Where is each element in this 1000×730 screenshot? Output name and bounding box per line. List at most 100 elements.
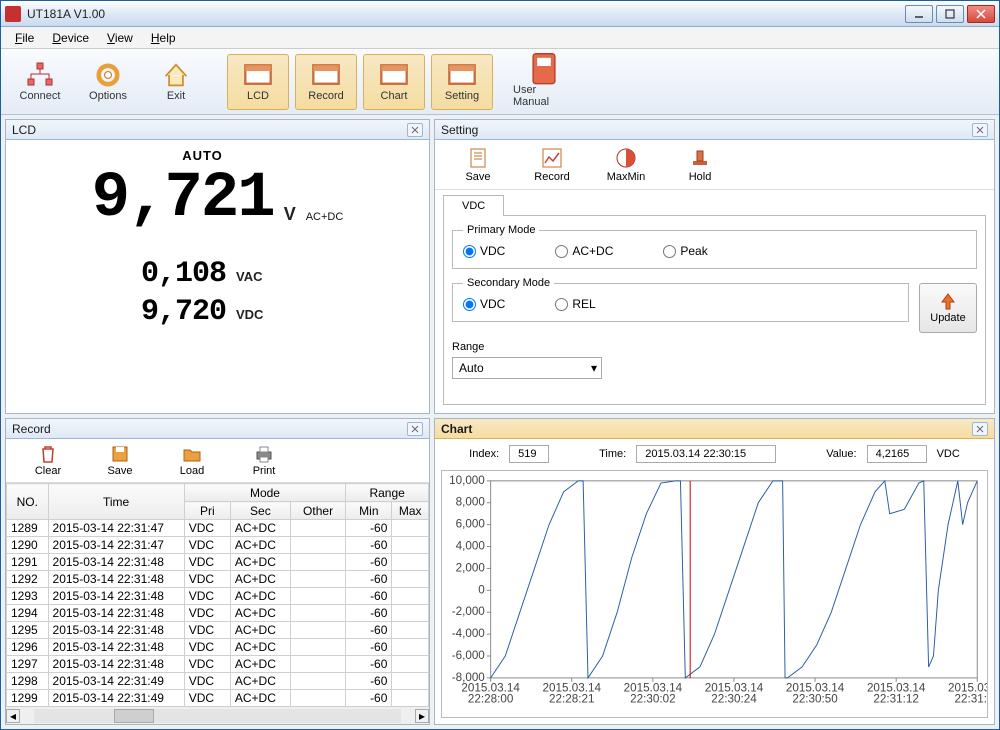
table-row[interactable]: 12902015-03-14 22:31:47VDCAC+DC-60 [7,537,429,554]
col-time[interactable]: Time [48,484,184,520]
options-button[interactable]: Options [77,54,139,110]
range-label: Range [452,341,977,353]
radio-vdc[interactable]: VDC [463,244,505,258]
table-row[interactable]: 12972015-03-14 22:31:48VDCAC+DC-60 [7,656,429,673]
svg-text:-2,000: -2,000 [452,605,486,618]
radio-acdc[interactable]: AC+DC [555,244,613,258]
connect-button[interactable]: Connect [9,54,71,110]
table-row[interactable]: 12892015-03-14 22:31:47VDCAC+DC-60 [7,520,429,537]
page-icon [467,147,489,169]
disk-icon [110,444,130,464]
menu-view[interactable]: View [101,29,139,47]
setting-hold-button[interactable]: Hold [665,147,735,183]
chart-unit: VDC [937,448,960,460]
svg-text:22:28:21: 22:28:21 [549,692,594,705]
book-icon [529,56,559,82]
secondary-mode-group: Secondary Mode VDCREL [452,277,909,322]
chart-plot[interactable]: -8,000-6,000-4,000-2,00002,0004,0006,000… [441,470,988,718]
usermanual-button[interactable]: User Manual [513,54,575,110]
chart-panel-close[interactable] [972,422,988,436]
record-panel-close[interactable] [407,422,423,436]
col-mode[interactable]: Mode [184,484,346,502]
lcd-sub1-value: 0,108 [141,257,226,291]
menubar: File Device View Help [1,27,999,49]
radio-peak[interactable]: Peak [663,244,707,258]
exit-button[interactable]: Exit [145,54,207,110]
lcd-tool-button[interactable]: LCD [227,54,289,110]
col-range[interactable]: Range [346,484,429,502]
table-row[interactable]: 12932015-03-14 22:31:48VDCAC+DC-60 [7,588,429,605]
chart-panel-header: Chart [435,419,994,439]
lcd-main-value: 9,721 [92,163,274,235]
radio-rel[interactable]: REL [555,297,595,311]
lcd-sub1-unit: VAC [236,269,268,284]
record-hscrollbar[interactable]: ◂ ▸ [6,706,429,724]
col-sec[interactable]: Sec [230,502,290,520]
scroll-left-icon[interactable]: ◂ [6,709,20,723]
table-row[interactable]: 12922015-03-14 22:31:48VDCAC+DC-60 [7,571,429,588]
setting-save-button[interactable]: Save [443,147,513,183]
svg-text:-4,000: -4,000 [452,627,486,640]
app-icon [5,6,21,22]
stamp-icon [689,147,711,169]
range-value: Auto [459,361,484,375]
svg-text:22:31:12: 22:31:12 [873,692,918,705]
record-save-button[interactable]: Save [86,444,154,477]
table-row[interactable]: 12912015-03-14 22:31:48VDCAC+DC-60 [7,554,429,571]
chart-icon [541,147,563,169]
record-tool-button[interactable]: Record [295,54,357,110]
window-icon [243,62,273,88]
printer-icon [254,444,274,464]
record-panel-header: Record [6,419,429,439]
table-row[interactable]: 12982015-03-14 22:31:49VDCAC+DC-60 [7,673,429,690]
record-clear-button[interactable]: Clear [14,444,82,477]
record-load-button[interactable]: Load [158,444,226,477]
menu-file[interactable]: File [9,29,40,47]
menu-device[interactable]: Device [46,29,95,47]
chart-time-value: 2015.03.14 22:30:15 [636,445,776,463]
primary-mode-legend: Primary Mode [463,224,539,236]
radio-vdc[interactable]: VDC [463,297,505,311]
content-area: LCD AUTO 9,721 V AC+DC 0,108 VAC 9,720 [1,115,999,729]
svg-text:0: 0 [478,583,485,596]
table-row[interactable]: 12962015-03-14 22:31:48VDCAC+DC-60 [7,639,429,656]
col-min[interactable]: Min [346,502,392,520]
scroll-right-icon[interactable]: ▸ [415,709,429,723]
setting-tab-vdc[interactable]: VDC [443,195,504,216]
setting-tool-button[interactable]: Setting [431,54,493,110]
col-no[interactable]: NO. [7,484,49,520]
record-table[interactable]: NO. Time Mode Range Pri Sec Other Min Ma… [6,483,429,706]
menu-help[interactable]: Help [145,29,182,47]
window-icon [311,62,341,88]
svg-text:22:30:50: 22:30:50 [792,692,838,705]
col-pri[interactable]: Pri [184,502,230,520]
lcd-auto-label: AUTO [182,148,223,163]
record-print-button[interactable]: Print [230,444,298,477]
table-row[interactable]: 12942015-03-14 22:31:48VDCAC+DC-60 [7,605,429,622]
svg-text:22:31:37: 22:31:37 [955,692,987,705]
close-button[interactable] [967,5,995,23]
update-button[interactable]: Update [919,283,977,333]
col-max[interactable]: Max [392,502,429,520]
col-other[interactable]: Other [290,502,345,520]
chart-index-value: 519 [509,445,549,463]
minimize-button[interactable] [905,5,933,23]
setting-panel: Setting Save Record MaxMin Hold VDC Prim… [434,119,995,414]
setting-maxmin-button[interactable]: MaxMin [591,147,661,183]
record-panel-title: Record [12,422,51,436]
maximize-button[interactable] [936,5,964,23]
svg-text:10,000: 10,000 [449,473,485,486]
scrollbar-thumb[interactable] [114,709,154,723]
table-row[interactable]: 12992015-03-14 22:31:49VDCAC+DC-60 [7,690,429,707]
lcd-panel-header: LCD [6,120,429,140]
lcd-sub2-unit: VDC [236,307,268,322]
app-window: UT181A V1.00 File Device View Help Conne… [0,0,1000,730]
setting-record-button[interactable]: Record [517,147,587,183]
table-row[interactable]: 12952015-03-14 22:31:48VDCAC+DC-60 [7,622,429,639]
lcd-panel-close[interactable] [407,123,423,137]
chart-panel-title: Chart [441,422,472,436]
chart-tool-button[interactable]: Chart [363,54,425,110]
main-toolbar: Connect Options Exit LCD Record Chart Se… [1,49,999,115]
range-combobox[interactable]: Auto ▾ [452,357,602,379]
setting-panel-close[interactable] [972,123,988,137]
